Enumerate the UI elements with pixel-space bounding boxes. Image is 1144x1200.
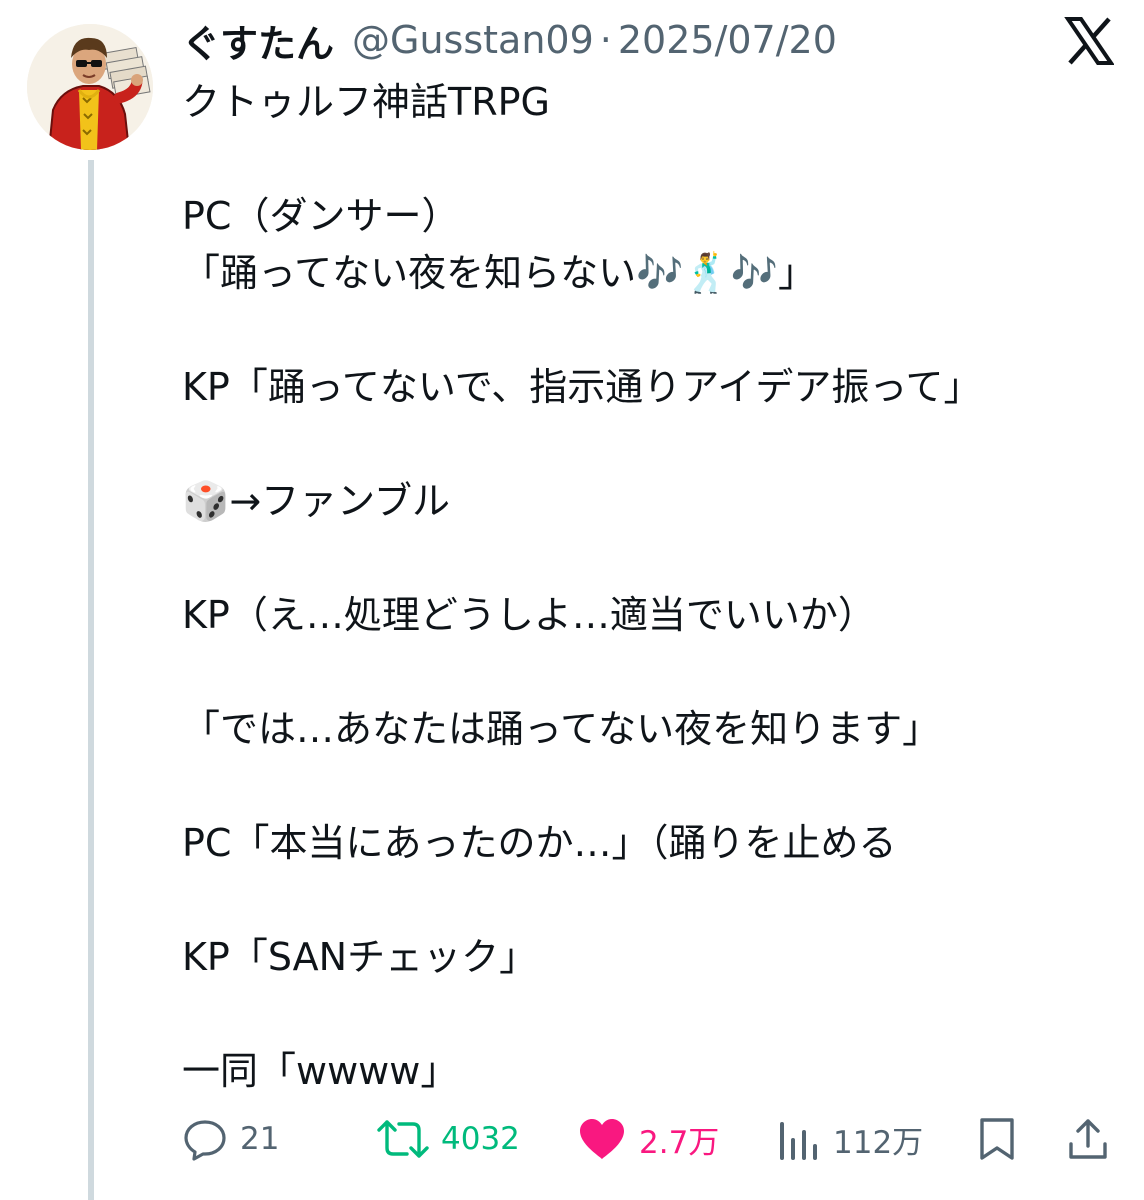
bookmark-button[interactable] [977,1110,1017,1168]
tweet-text: クトゥルフ神話TRPG PC（ダンサー） 「踊ってない夜を知らない🎶🕺🎶」 KP… [182,80,982,1093]
like-button[interactable]: 2.7万 [577,1110,719,1168]
views-button[interactable]: 112万 [777,1110,923,1168]
avatar[interactable] [27,24,153,150]
retweet-button[interactable]: 4032 [377,1110,520,1168]
tweet-header: ぐすたん @Gusstan09 · 2025/07/20 [182,14,837,66]
views-count: 112万 [833,1124,924,1161]
author-display-name[interactable]: ぐすたん [182,13,334,68]
author-handle[interactable]: @Gusstan09 [352,18,594,62]
tweet-actions-bar: 21 4032 2.7万 112万 [182,1110,1122,1168]
retweet-icon [377,1116,429,1162]
like-count: 2.7万 [639,1124,720,1161]
reply-icon [182,1116,228,1162]
header-separator: · [599,18,612,62]
heart-icon [577,1116,627,1162]
reply-button[interactable]: 21 [182,1110,279,1168]
bookmark-icon [977,1116,1017,1162]
share-icon [1066,1116,1110,1162]
share-button[interactable] [1066,1110,1110,1168]
retweet-count: 4032 [441,1121,520,1157]
views-icon [777,1116,821,1162]
tweet-date[interactable]: 2025/07/20 [618,18,837,62]
reply-count: 21 [240,1121,280,1157]
avatar-illustration [27,24,153,150]
x-logo-icon [1064,16,1115,66]
thread-connector-line [88,160,94,1200]
